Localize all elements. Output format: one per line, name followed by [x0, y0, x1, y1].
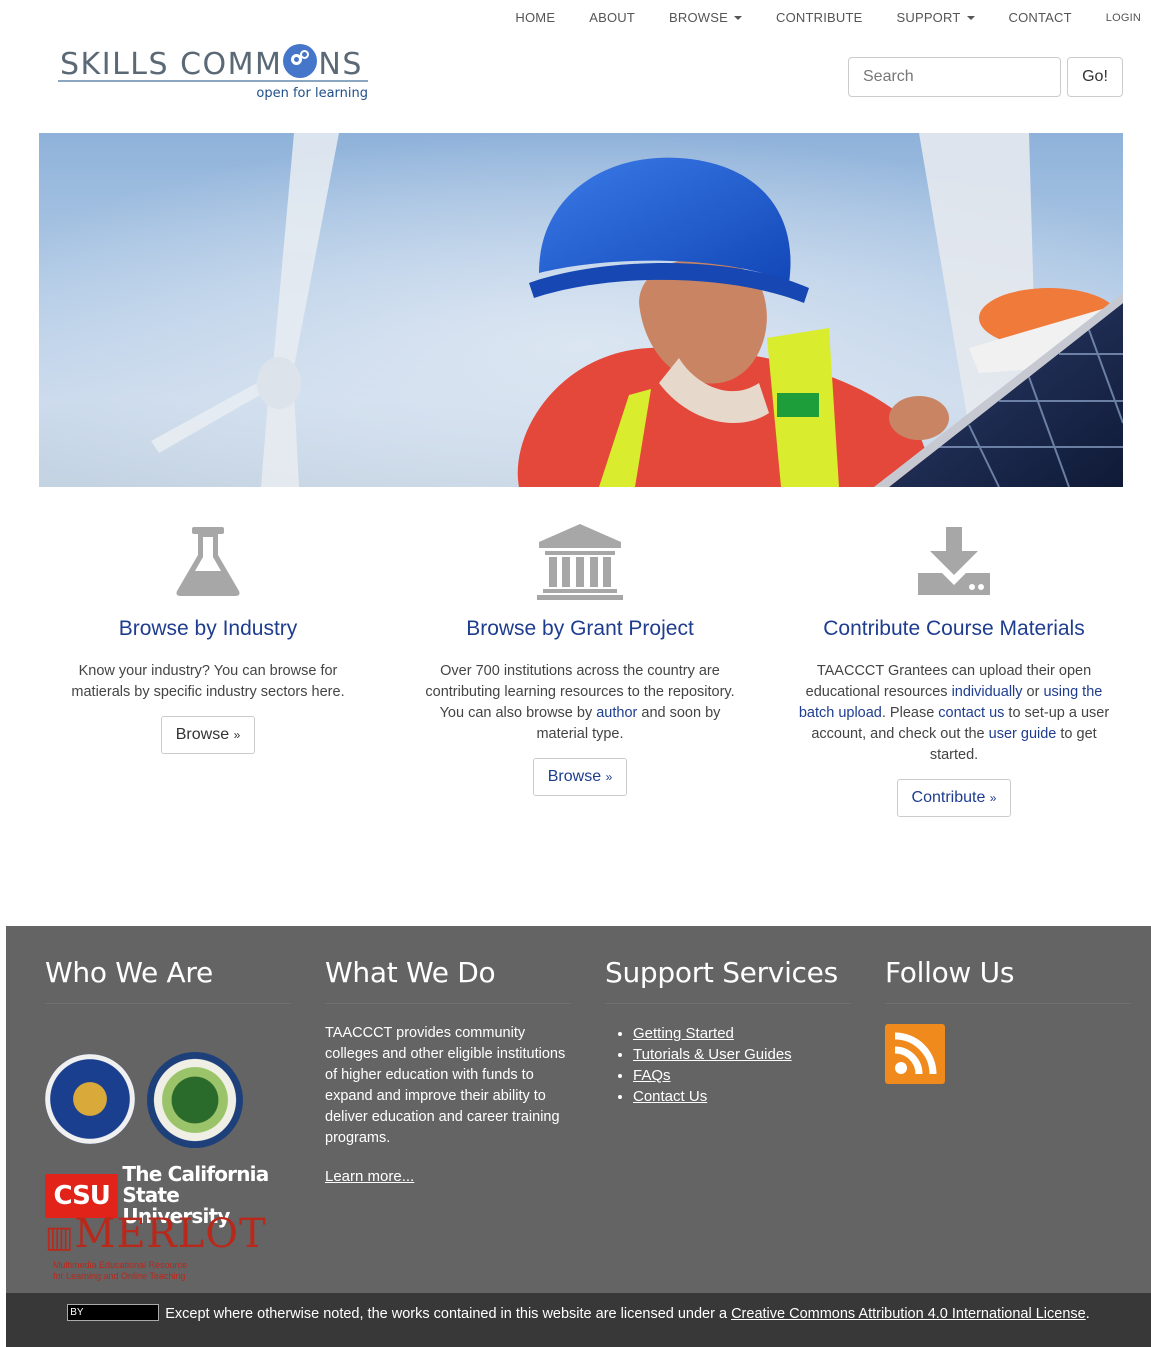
list-item: Tutorials & User Guides — [633, 1044, 851, 1065]
download-icon — [784, 515, 1124, 607]
browse-grant-button[interactable]: Browse » — [532, 758, 628, 796]
license-text: Except where otherwise noted, the works … — [165, 1306, 732, 1322]
feature-title[interactable]: Browse by Grant Project — [410, 617, 750, 641]
cc-by-badge[interactable]: BY — [67, 1304, 160, 1321]
site-logo[interactable]: SKILLS COMM NS open for learning — [58, 40, 370, 104]
logo-underline — [58, 80, 368, 82]
logo-text: SKILLS COMM NS — [60, 44, 363, 82]
feature-description: Know your industry? You can browse for m… — [71, 663, 345, 700]
feature-title[interactable]: Contribute Course Materials — [784, 617, 1124, 641]
logo-text-end: NS — [318, 47, 363, 82]
merlot-subtitle-1: Multimedia Educational Resource — [53, 1260, 188, 1270]
footer: Who We Are CSU The California State Univ… — [6, 926, 1151, 1293]
nav-support[interactable]: SUPPORT — [896, 10, 975, 25]
search-input[interactable] — [848, 57, 1061, 97]
feature-browse-grant: Browse by Grant Project Over 700 institu… — [410, 515, 750, 796]
learn-more-link[interactable]: Learn more... — [325, 1168, 414, 1185]
footer-support-services: Support Services Getting Started Tutoria… — [605, 956, 851, 1107]
flask-icon — [38, 515, 378, 607]
footer-heading: Who We Are — [45, 956, 291, 1004]
footer-heading: Support Services — [605, 956, 851, 1004]
feature-text: or — [1022, 684, 1044, 700]
rss-icon[interactable] — [885, 1024, 945, 1084]
getting-started-link[interactable]: Getting Started — [633, 1025, 734, 1042]
top-nav: HOME ABOUT BROWSE CONTRIBUTE SUPPORT CON… — [481, 10, 1141, 25]
nav-browse[interactable]: BROWSE — [669, 10, 742, 25]
merlot-subtitle: Multimedia Educational Resource for Lear… — [45, 1260, 265, 1282]
nav-contribute-label: CONTRIBUTE — [775, 10, 863, 25]
search-go-button[interactable]: Go! — [1067, 57, 1123, 97]
list-item: Contact Us — [633, 1086, 851, 1107]
contact-us-link[interactable]: contact us — [938, 705, 1004, 721]
nav-login-label: LOGIN — [1105, 11, 1141, 24]
nav-support-label: SUPPORT — [896, 10, 961, 25]
merlot-subtitle-2: for Learning and Online Teaching — [53, 1271, 186, 1281]
what-we-do-text: TAACCCT provides community colleges and … — [325, 1025, 566, 1146]
license-bar: BY Except where otherwise noted, the work… — [6, 1293, 1151, 1347]
footer-follow-us: Follow Us — [885, 956, 1131, 1084]
logo-text-start: SKILLS COMM — [60, 47, 283, 82]
csu-line-1: The California — [122, 1162, 269, 1186]
support-links: Getting Started Tutorials & User Guides … — [605, 1023, 851, 1107]
merlot-name: ▥MERLOT — [45, 1211, 267, 1260]
chevron-down-icon — [733, 15, 742, 20]
list-item: FAQs — [633, 1065, 851, 1086]
faqs-link[interactable]: FAQs — [633, 1067, 671, 1084]
cc-badge-label: BY — [70, 1307, 84, 1318]
feature-browse-industry: Browse by Industry Know your industry? Y… — [38, 515, 378, 754]
button-label: Contribute — [911, 789, 986, 806]
hero-illustration — [39, 133, 1123, 487]
nav-contact[interactable]: CONTACT — [1009, 10, 1072, 25]
license-end: . — [1085, 1306, 1090, 1322]
nav-login[interactable]: LOGIN — [1106, 12, 1141, 24]
hero-image — [39, 133, 1123, 487]
button-label: Browse — [175, 726, 230, 743]
feature-description: TAACCCT Grantees can upload their open e… — [794, 661, 1114, 766]
nav-contact-label: CONTACT — [1008, 10, 1072, 25]
search-form: Go! — [848, 57, 1123, 97]
nav-browse-label: BROWSE — [669, 10, 728, 25]
column-icon: ▥ — [45, 1220, 75, 1255]
nav-about-label: ABOUT — [589, 10, 635, 25]
feature-title[interactable]: Browse by Industry — [38, 617, 378, 641]
footer-heading: What We Do — [325, 956, 571, 1004]
logo-tagline: open for learning — [256, 86, 368, 101]
list-item: Getting Started — [633, 1023, 851, 1044]
browse-industry-button[interactable]: Browse » — [160, 716, 256, 754]
feature-contribute: Contribute Course Materials TAACCCT Gran… — [784, 515, 1124, 817]
nav-home-label: HOME — [515, 10, 556, 25]
merlot-text: MERLOT — [74, 1211, 267, 1257]
user-guide-link[interactable]: user guide — [989, 726, 1057, 742]
features-section: Browse by Industry Know your industry? Y… — [0, 515, 1151, 845]
author-link[interactable]: author — [596, 705, 637, 721]
footer-heading: Follow Us — [885, 956, 1131, 1004]
button-label: Browse — [547, 768, 602, 785]
nav-home[interactable]: HOME — [515, 10, 555, 25]
institution-icon — [410, 515, 750, 607]
footer-what-we-do: What We Do TAACCCT provides community co… — [325, 956, 571, 1186]
cc-license-link[interactable]: Creative Commons Attribution 4.0 Interna… — [731, 1306, 1086, 1322]
footer-who-we-are: Who We Are CSU The California State Univ… — [45, 956, 291, 1281]
contact-us-link[interactable]: Contact Us — [633, 1088, 707, 1105]
contribute-button[interactable]: Contribute » — [896, 779, 1012, 817]
individually-link[interactable]: individually — [952, 684, 1023, 700]
tutorials-link[interactable]: Tutorials & User Guides — [633, 1046, 792, 1063]
dept-of-education-seal[interactable] — [147, 1052, 243, 1148]
nav-contribute[interactable]: CONTRIBUTE — [776, 10, 863, 25]
gears-icon — [283, 44, 318, 78]
dept-of-labor-seal[interactable] — [45, 1054, 135, 1144]
feature-description: Over 700 institutions across the country… — [420, 661, 740, 745]
feature-text: . Please — [881, 705, 939, 721]
chevron-down-icon — [966, 15, 975, 20]
nav-about[interactable]: ABOUT — [589, 10, 635, 25]
merlot-logo[interactable]: ▥MERLOT Multimedia Educational Resource … — [45, 1211, 267, 1282]
